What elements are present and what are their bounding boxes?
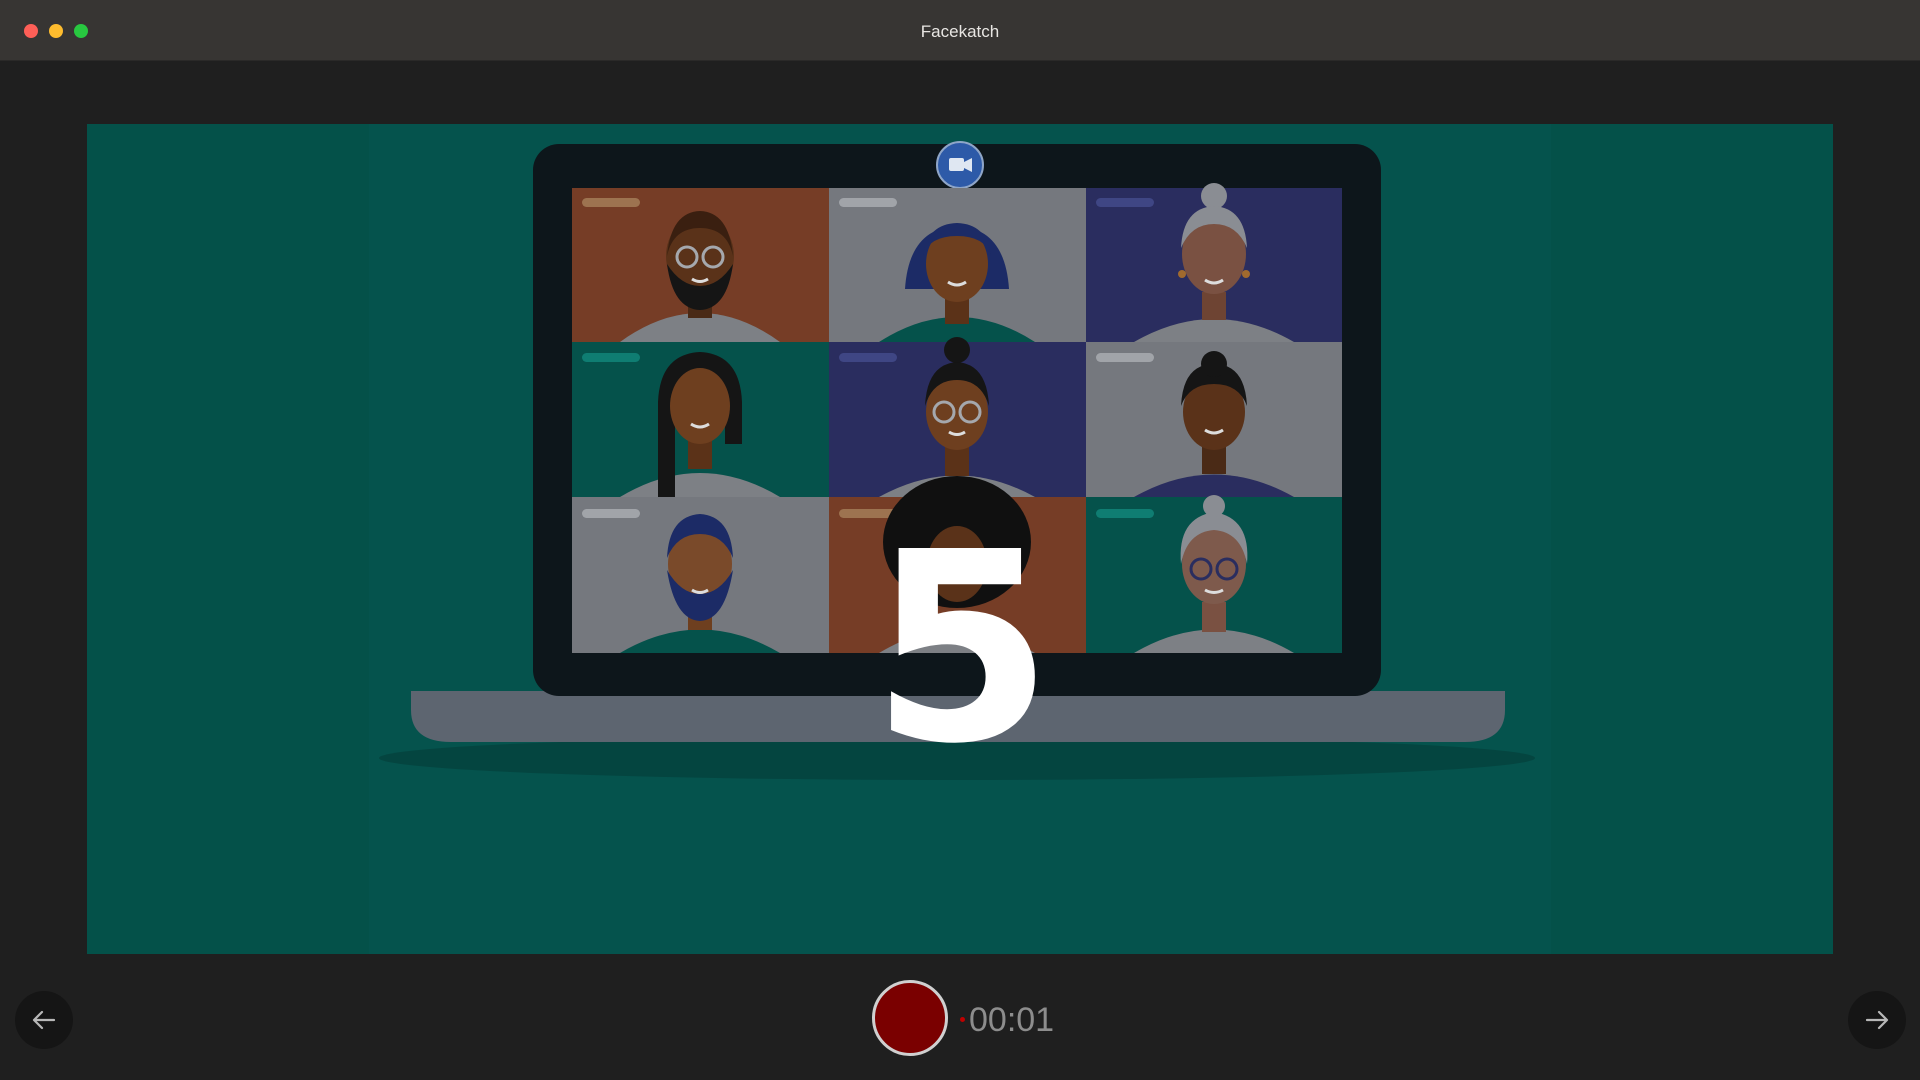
previous-button[interactable] <box>15 991 73 1049</box>
title-bar: Facekatch <box>0 0 1920 61</box>
arrow-right-icon <box>1865 1010 1889 1030</box>
camera-preview: 5 <box>87 124 1833 954</box>
arrow-left-icon <box>32 1010 56 1030</box>
countdown-number: 5 <box>870 496 1053 801</box>
record-button[interactable] <box>872 980 948 1056</box>
window-title: Facekatch <box>920 22 1000 41</box>
recording-indicator <box>960 1017 965 1022</box>
next-button[interactable] <box>1848 991 1906 1049</box>
recording-timer: 00:01 <box>969 1001 1055 1039</box>
